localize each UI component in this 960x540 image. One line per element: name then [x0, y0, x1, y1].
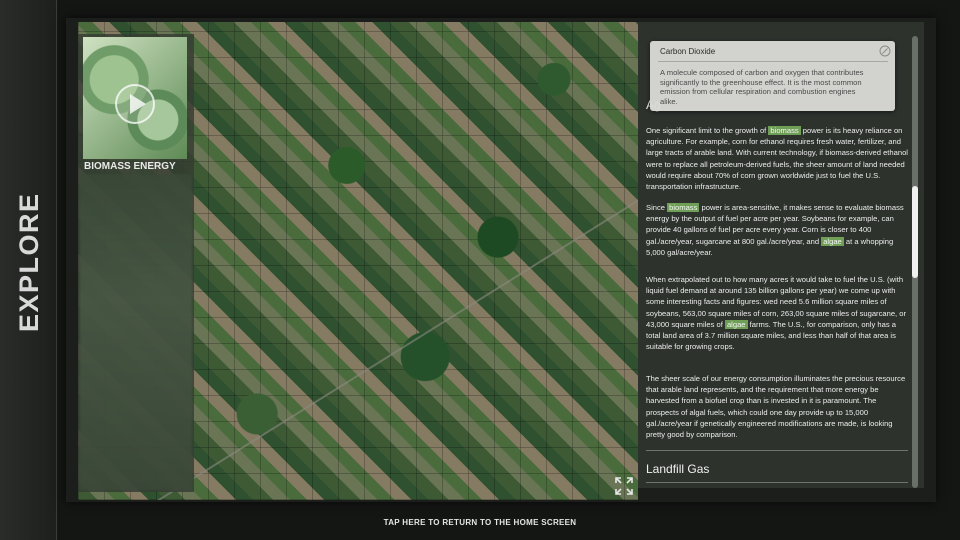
- tooltip-text: A molecule composed of carbon and oxygen…: [660, 68, 864, 106]
- close-icon[interactable]: [879, 45, 891, 57]
- home-screen-link[interactable]: TAP HERE TO RETURN TO THE HOME SCREEN: [0, 518, 960, 527]
- play-icon[interactable]: [113, 82, 157, 126]
- paragraph-3: When extrapolated out to how many acres …: [646, 275, 907, 352]
- glossary-term-biomass[interactable]: biomass: [768, 126, 801, 135]
- tooltip-title: Carbon Dioxide: [660, 47, 716, 56]
- section-divider: [646, 482, 908, 483]
- sidebar-blur: [80, 174, 192, 490]
- expand-icon[interactable]: [612, 474, 636, 498]
- glossary-term-algae[interactable]: algae: [821, 236, 844, 246]
- glossary-tooltip: Carbon Dioxide A molecule composed of ca…: [650, 41, 895, 111]
- section-title-landfill-gas[interactable]: Landfill Gas: [646, 462, 709, 476]
- scrollbar-thumb[interactable]: [912, 186, 918, 278]
- explore-label: EXPLORE: [14, 192, 44, 332]
- paragraph-4: The sheer scale of our energy consumptio…: [646, 374, 906, 440]
- article-scrollbar[interactable]: [912, 36, 918, 488]
- section-divider: [646, 450, 908, 451]
- glossary-term-algae[interactable]: algae: [724, 319, 748, 329]
- tooltip-divider: [658, 61, 888, 62]
- left-rail: EXPLORE: [0, 0, 57, 540]
- paragraph-1: One significant limit to the growth of b…: [646, 126, 908, 192]
- video-label: BIOMASS ENERGY: [84, 161, 176, 172]
- glossary-term-biomass[interactable]: biomass: [667, 203, 700, 212]
- paragraph-2: Since biomass power is area-sensitive, i…: [646, 203, 904, 257]
